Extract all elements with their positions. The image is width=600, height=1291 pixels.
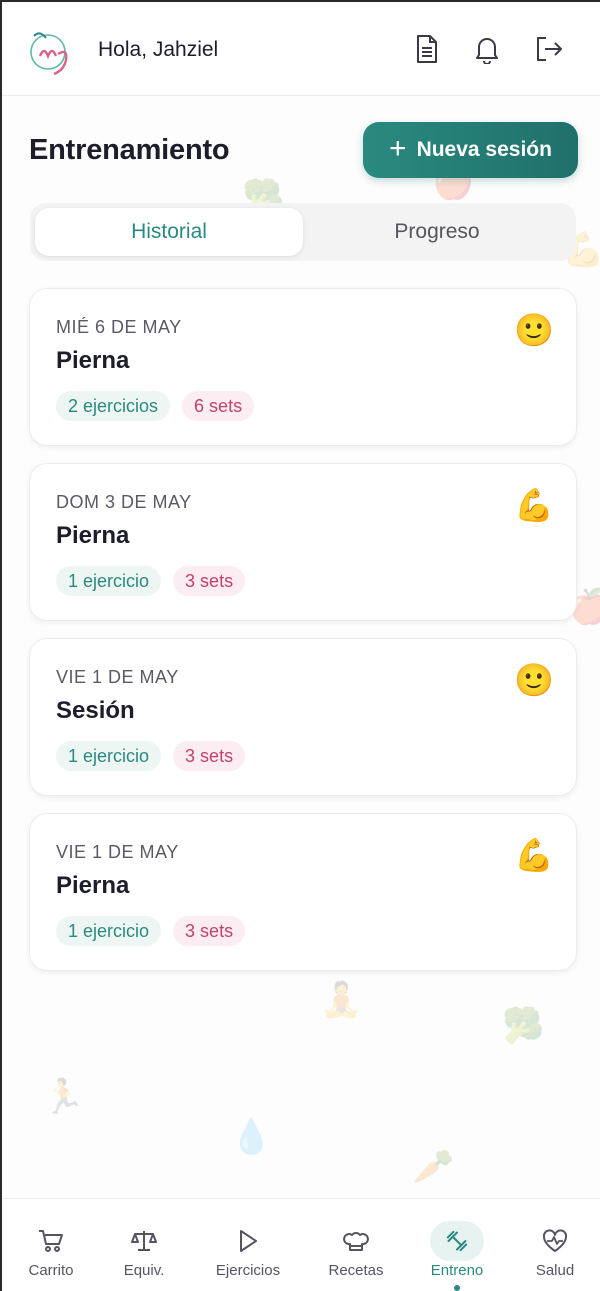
scale-icon	[117, 1221, 171, 1261]
nav-item-entreno[interactable]: Entreno	[409, 1199, 505, 1291]
tab-progreso[interactable]: Progreso	[303, 208, 571, 256]
decor-drop-icon: 💧	[230, 1118, 273, 1156]
sets-count-badge: 3 sets	[173, 916, 246, 946]
nav-item-salud[interactable]: Salud	[507, 1199, 600, 1291]
exercise-count-badge: 1 ejercicio	[56, 916, 162, 946]
decor-runner-icon: 🏃	[42, 1078, 85, 1116]
nav-item-carrito[interactable]: Carrito	[3, 1199, 99, 1291]
session-name: Pierna	[56, 347, 130, 374]
nav-item-ejercicios[interactable]: Ejercicios	[200, 1199, 296, 1291]
session-name: Pierna	[56, 522, 130, 549]
sets-count-badge: 3 sets	[173, 741, 246, 771]
nav-label: Ejercicios	[215, 1262, 281, 1279]
dumbbell-icon	[430, 1221, 484, 1261]
exercise-count-badge: 2 ejercicios	[56, 391, 171, 421]
sets-count-badge: 6 sets	[182, 391, 255, 421]
mg-logo-icon	[26, 26, 80, 76]
session-card[interactable]: VIE 1 DE MAY Pierna 💪 1 ejercicio 3 sets	[29, 813, 577, 971]
plus-icon: +	[389, 131, 407, 165]
heart-pulse-icon	[528, 1221, 582, 1261]
exercise-count-badge: 1 ejercicio	[56, 566, 162, 596]
nav-label: Carrito	[28, 1262, 74, 1279]
session-card[interactable]: DOM 3 DE MAY Pierna 💪 1 ejercicio 3 sets	[29, 463, 577, 621]
smile-emoji-icon: 🙂	[514, 662, 554, 698]
session-date: DOM 3 DE MAY	[56, 492, 192, 512]
session-date: VIE 1 DE MAY	[56, 842, 179, 862]
session-name: Pierna	[56, 872, 130, 899]
flexed-biceps-emoji-icon: 💪	[514, 837, 554, 873]
logout-icon[interactable]	[534, 32, 564, 66]
document-icon[interactable]	[412, 32, 442, 66]
flexed-biceps-emoji-icon: 💪	[514, 487, 554, 523]
active-indicator	[454, 1285, 460, 1291]
nav-item-equiv[interactable]: Equiv.	[96, 1199, 192, 1291]
nav-label: Recetas	[328, 1262, 384, 1279]
play-icon	[221, 1221, 275, 1261]
decor-carrot-icon: 🥕	[412, 1148, 455, 1186]
session-card[interactable]: MIÉ 6 DE MAY Pierna 🙂 2 ejercicios 6 set…	[29, 288, 577, 446]
nav-item-recetas[interactable]: Recetas	[308, 1199, 404, 1291]
sets-count-badge: 3 sets	[173, 566, 246, 596]
session-date: MIÉ 6 DE MAY	[56, 317, 182, 337]
chef-hat-icon	[329, 1221, 383, 1261]
session-name: Sesión	[56, 697, 135, 724]
decor-person-icon: 🧘	[320, 981, 363, 1019]
nav-label: Salud	[535, 1262, 575, 1279]
exercise-count-badge: 1 ejercicio	[56, 741, 162, 771]
greeting-text: Hola, Jahziel	[98, 38, 219, 61]
smile-emoji-icon: 🙂	[514, 312, 554, 348]
app-screen: 🥦 🍎 💪 🍎 🧘 🥦 🏃 💧 🥕 Hola, Jahziel Entrenam…	[0, 0, 600, 1291]
new-session-button[interactable]: + Nueva sesión	[363, 122, 578, 178]
nav-label: Entreno	[430, 1262, 484, 1279]
tab-historial[interactable]: Historial	[35, 208, 303, 256]
cart-icon	[24, 1221, 78, 1261]
view-tabs: Historial Progreso	[30, 203, 576, 261]
app-header: Hola, Jahziel	[2, 2, 600, 96]
bottom-nav: Carrito Equiv. Ejercicios Recetas Entren…	[2, 1198, 600, 1291]
session-card[interactable]: VIE 1 DE MAY Sesión 🙂 1 ejercicio 3 sets	[29, 638, 577, 796]
decor-broccoli-icon: 🥦	[502, 1007, 545, 1045]
nav-label: Equiv.	[123, 1262, 165, 1279]
new-session-label: Nueva sesión	[416, 138, 552, 161]
page-title: Entrenamiento	[29, 134, 230, 166]
session-date: VIE 1 DE MAY	[56, 667, 179, 687]
bell-icon[interactable]	[472, 32, 502, 66]
